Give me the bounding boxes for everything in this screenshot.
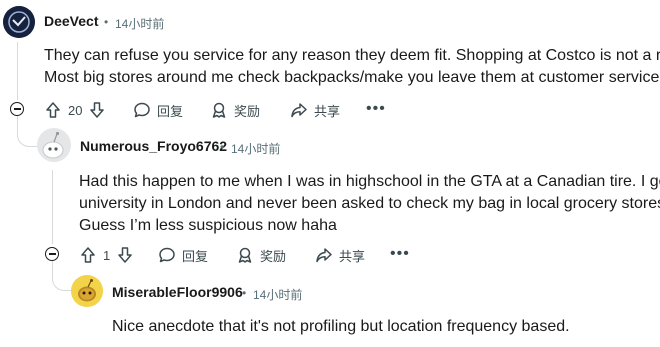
arrow-down-icon[interactable]	[88, 101, 106, 119]
collapse-minus-icon	[48, 253, 56, 255]
award-ribbon-icon	[238, 247, 252, 263]
speech-bubble-icon	[159, 247, 175, 263]
speech-bubble-icon	[134, 102, 150, 118]
comment-timestamp[interactable]: 14小时前	[253, 286, 302, 303]
award-ribbon-icon	[212, 102, 226, 118]
vote-controls: 1	[79, 245, 134, 265]
share-button[interactable]: 共享	[290, 100, 340, 120]
thread-line-root	[17, 42, 18, 100]
comment-author[interactable]: DeeVect	[44, 13, 98, 29]
meta-separator: •	[104, 15, 109, 29]
deevect-avatar-icon	[3, 6, 35, 38]
reply-label: 回复	[182, 248, 209, 264]
vote-controls: 20	[44, 100, 106, 120]
comment-timestamp[interactable]: 14小时前	[231, 140, 280, 157]
comment-body-line: Nice anecdote that it's not profiling bu…	[112, 318, 570, 335]
award-label: 奖励	[260, 248, 287, 264]
share-arrow-icon	[291, 103, 307, 118]
reply-label: 回复	[157, 103, 184, 119]
vote-count: 1	[103, 247, 111, 263]
meta-separator: •	[242, 286, 247, 300]
share-label: 共享	[314, 103, 341, 119]
thread-curve-reply	[17, 116, 38, 147]
comment-body-line: Most big stores around me check backpack…	[44, 69, 660, 86]
collapse-minus-icon	[13, 108, 21, 110]
comment-author[interactable]: Numerous_Froyo6762	[80, 138, 227, 154]
vote-count: 20	[68, 102, 83, 118]
snoo-avatar-icon	[37, 128, 71, 162]
collapse-thread-button[interactable]	[45, 247, 59, 261]
award-button[interactable]: 奖励	[210, 100, 260, 120]
comment-author[interactable]: MiserableFloor9906	[112, 284, 243, 300]
comment-timestamp[interactable]: 14小时前	[115, 15, 164, 32]
avatar-numerous-froyo[interactable]	[37, 128, 71, 162]
share-label: 共享	[339, 248, 366, 264]
reply-button[interactable]: 回复	[158, 245, 208, 265]
thread-curve-nested	[52, 260, 73, 291]
avatar-deevect[interactable]	[3, 6, 35, 38]
comment-body-line: They can refuse you service for any reas…	[44, 47, 660, 64]
more-options-button[interactable]: •••	[390, 245, 410, 263]
comment-body-line: Guess I’m less suspicious now haha	[79, 217, 337, 234]
award-button[interactable]: 奖励	[236, 245, 286, 265]
comment-body-line: university in London and never been aske…	[79, 195, 660, 212]
more-options-button[interactable]: •••	[366, 100, 386, 118]
avatar-miserable-floor[interactable]	[71, 275, 103, 307]
arrow-down-icon[interactable]	[116, 246, 134, 264]
share-button[interactable]: 共享	[315, 245, 365, 265]
thread-line-reply	[52, 170, 53, 244]
meta-separator: •	[220, 140, 225, 154]
share-arrow-icon	[316, 248, 332, 263]
collapse-thread-button[interactable]	[10, 102, 24, 116]
comment-body-line: Had this happen to me when I was in high…	[79, 173, 660, 190]
arrow-up-icon[interactable]	[44, 101, 62, 119]
award-label: 奖励	[234, 103, 261, 119]
reply-button[interactable]: 回复	[133, 100, 183, 120]
arrow-up-icon[interactable]	[79, 246, 97, 264]
snoo-avatar-icon	[71, 275, 103, 307]
